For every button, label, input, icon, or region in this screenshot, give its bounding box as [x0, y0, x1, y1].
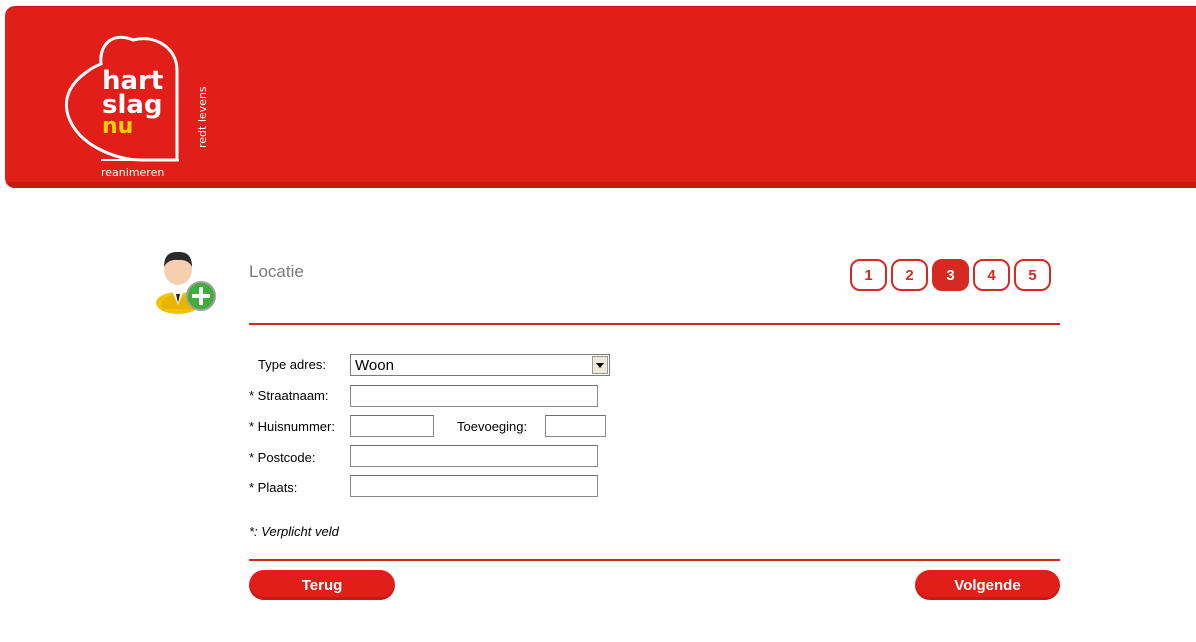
step-4[interactable]: 4 [973, 259, 1010, 291]
city-label: * Plaats: [249, 480, 298, 495]
divider-bottom [249, 559, 1060, 561]
logo-tagline: redt levens [196, 86, 209, 148]
step-indicator: 1 2 3 4 5 [850, 259, 1051, 291]
addition-input[interactable] [545, 415, 606, 437]
chevron-down-icon[interactable] [592, 356, 608, 374]
logo-subtitle: reanimeren [101, 166, 165, 179]
next-button[interactable]: Volgende [915, 570, 1060, 600]
step-1[interactable]: 1 [850, 259, 887, 291]
city-input[interactable] [350, 475, 598, 497]
street-input[interactable] [350, 385, 598, 407]
required-note: *: Verplicht veld [249, 524, 339, 539]
header-banner: hart slag nu reanimeren redt levens [5, 6, 1196, 188]
back-button[interactable]: Terug [249, 570, 395, 600]
step-2[interactable]: 2 [891, 259, 928, 291]
hartslagnu-logo[interactable]: hart slag nu reanimeren redt levens [55, 30, 225, 190]
house-number-label: * Huisnummer: [249, 419, 335, 434]
add-user-icon [152, 247, 220, 315]
type-address-value: Woon [355, 357, 394, 374]
house-number-input[interactable] [350, 415, 434, 437]
step-5[interactable]: 5 [1014, 259, 1051, 291]
postcode-label: * Postcode: [249, 450, 316, 465]
step-3-active[interactable]: 3 [932, 259, 969, 291]
addition-label: Toevoeging: [457, 419, 528, 434]
type-address-select[interactable]: Woon [350, 354, 610, 376]
page-title: Locatie [249, 262, 304, 281]
postcode-input[interactable] [350, 445, 598, 467]
divider-top [249, 323, 1060, 325]
street-label: * Straatnaam: [249, 388, 329, 403]
logo-word-nu: nu [102, 114, 134, 139]
type-address-label: Type adres: [258, 357, 326, 372]
